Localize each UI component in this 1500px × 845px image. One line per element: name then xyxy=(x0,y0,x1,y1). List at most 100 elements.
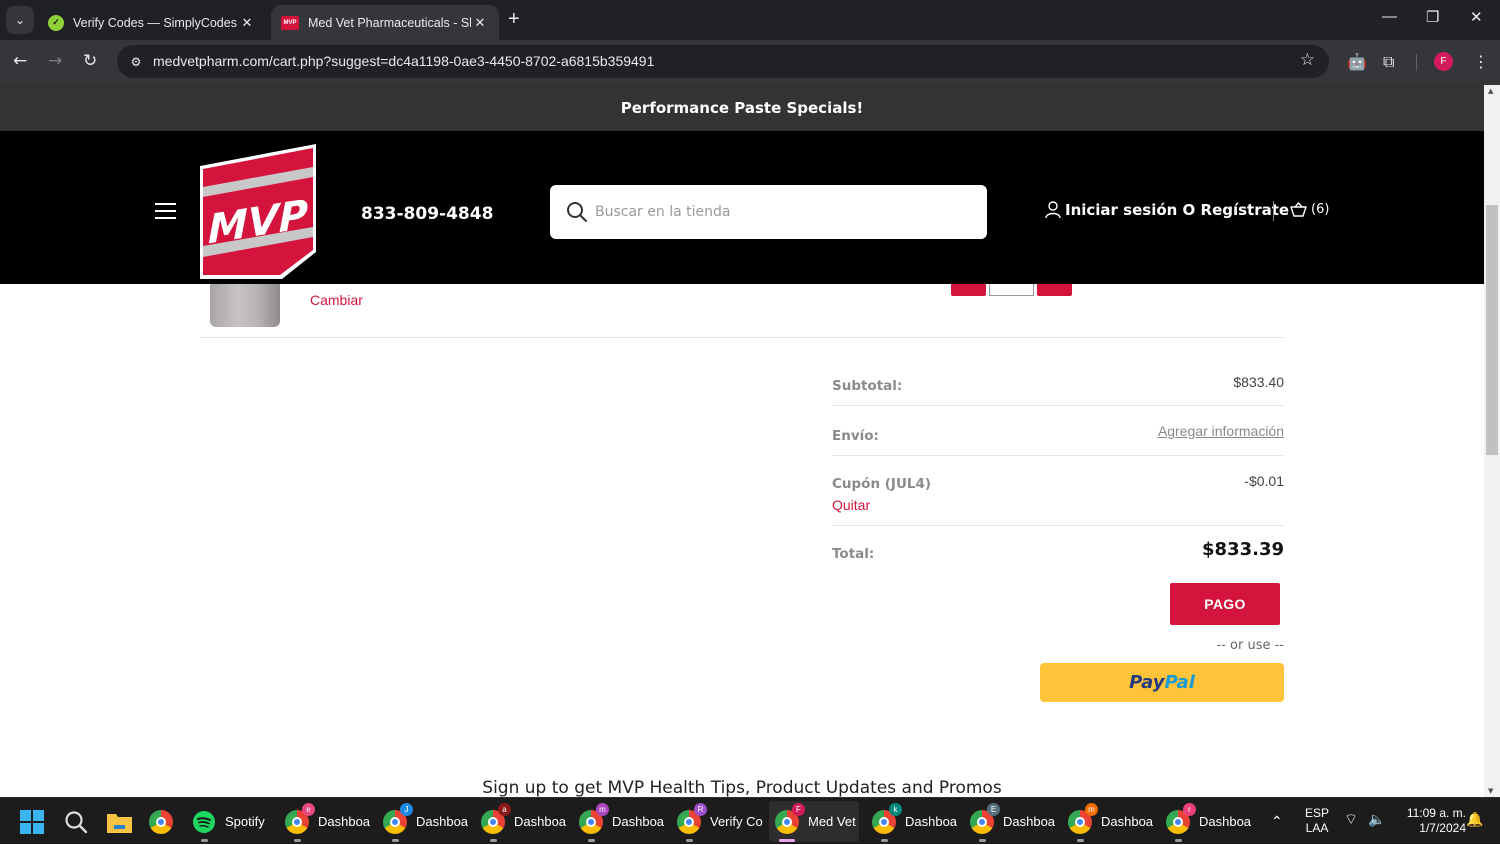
checkout-button[interactable]: PAGO xyxy=(1170,583,1280,625)
start-button[interactable] xyxy=(20,798,44,845)
language-indicator[interactable]: ESP LAA xyxy=(1302,806,1332,836)
chrome-icon: J xyxy=(383,802,413,834)
mvp-logo[interactable]: MVP xyxy=(198,144,318,279)
taskbar-chrome-window[interactable]: F Med Vet xyxy=(769,801,859,842)
menu-kebab-icon[interactable]: ⋮ xyxy=(1473,52,1489,71)
scroll-down-icon[interactable]: ▼ xyxy=(1488,787,1493,795)
tab-title: Med Vet Pharmaceuticals - Shop xyxy=(308,15,471,30)
profile-badge: e xyxy=(302,802,315,816)
chrome-icon xyxy=(149,809,173,834)
address-bar[interactable]: ⚙ medvetpharm.com/cart.php?suggest=dc4a1… xyxy=(117,45,1329,78)
tab-verify-codes[interactable]: ✓ Verify Codes — SimplyCodes ✕ xyxy=(38,5,266,40)
bookmark-star-icon[interactable]: ☆ xyxy=(1300,50,1315,70)
taskbar-label: Dashboa xyxy=(416,814,469,829)
search-icon[interactable] xyxy=(566,201,588,223)
scrollbar-thumb[interactable] xyxy=(1486,205,1498,455)
basket-icon xyxy=(1290,202,1307,217)
browser-toolbar: ← → ↻ ⚙ medvetpharm.com/cart.php?suggest… xyxy=(0,40,1500,85)
taskbar-label: Dashboa xyxy=(1101,814,1154,829)
remove-coupon-link[interactable]: Quitar xyxy=(832,497,1284,513)
running-indicator xyxy=(686,839,693,842)
windows-taskbar: Spotify e Dashboa J Dashboa a Dashboa m Dashboa… xyxy=(0,797,1500,844)
coupon-label: Cupón (JUL4) xyxy=(832,476,932,492)
running-indicator xyxy=(392,839,399,842)
add-shipping-info-link[interactable]: Agregar información xyxy=(1158,423,1284,439)
taskbar-label: Verify Co xyxy=(710,814,763,829)
profile-badge: a xyxy=(498,802,511,816)
promo-banner[interactable]: Performance Paste Specials! xyxy=(0,85,1484,131)
taskbar-chrome-window[interactable]: k Dashboa xyxy=(872,798,957,845)
windows-start-icon xyxy=(20,809,44,834)
new-tab-button[interactable]: + xyxy=(508,8,520,31)
back-icon[interactable]: ← xyxy=(13,51,27,71)
tab-search-button[interactable]: ⌄ xyxy=(6,6,34,34)
taskbar-chrome[interactable] xyxy=(149,798,173,845)
reload-icon[interactable]: ↻ xyxy=(83,51,97,71)
search-box[interactable] xyxy=(550,185,987,239)
close-tab-icon[interactable]: ✕ xyxy=(471,15,489,31)
cart-totals: Subtotal: $833.40 Envío: Agregar informa… xyxy=(832,355,1284,576)
chrome-icon: r xyxy=(1166,802,1196,834)
clock-time: 11:09 a. m. xyxy=(1406,806,1466,820)
taskbar-search-button[interactable] xyxy=(64,798,88,845)
profile-badge: r xyxy=(1183,802,1196,816)
taskbar-label: Dashboa xyxy=(318,814,371,829)
taskbar-chrome-window[interactable]: m Dashboa xyxy=(1068,798,1153,845)
assistant-icon[interactable]: 🤖 xyxy=(1347,52,1367,71)
taskbar-chrome-window[interactable]: E Dashboa xyxy=(970,798,1055,845)
url-text[interactable]: medvetpharm.com/cart.php?suggest=dc4a119… xyxy=(153,53,654,69)
page-viewport: Performance Paste Specials! MVP 833-809-… xyxy=(0,85,1484,797)
taskbar-spotify[interactable]: Spotify xyxy=(192,798,265,845)
profile-badge: J xyxy=(400,802,413,816)
taskbar-chrome-window[interactable]: R Verify Co xyxy=(677,798,763,845)
taskbar-chrome-window[interactable]: e Dashboa xyxy=(285,798,370,845)
chevron-down-icon: ⌄ xyxy=(14,13,26,27)
profile-avatar[interactable]: F xyxy=(1434,52,1453,71)
clock-date: 1/7/2024 xyxy=(1419,821,1466,835)
taskbar-file-explorer[interactable] xyxy=(107,798,132,845)
tab-med-vet[interactable]: MVP Med Vet Pharmaceuticals - Shop ✕ xyxy=(271,5,499,40)
cart-link[interactable]: (6) xyxy=(1290,202,1329,217)
taskbar-chrome-window[interactable]: J Dashboa xyxy=(383,798,468,845)
or-use-text: -- or use -- xyxy=(1216,638,1284,653)
chrome-icon: k xyxy=(872,802,902,834)
taskbar-chrome-window[interactable]: m Dashboa xyxy=(579,798,664,845)
restore-icon[interactable]: ❐ xyxy=(1426,8,1439,26)
running-indicator xyxy=(294,839,301,842)
close-tab-icon[interactable]: ✕ xyxy=(238,15,256,31)
search-input[interactable] xyxy=(595,204,975,220)
extensions-icon[interactable]: ⧉ xyxy=(1383,52,1394,72)
site-settings-icon[interactable]: ⚙ xyxy=(125,51,147,73)
taskbar-chrome-window[interactable]: r Dashboa xyxy=(1166,798,1251,845)
change-option-link[interactable]: Cambiar xyxy=(310,292,363,308)
close-window-icon[interactable]: ✕ xyxy=(1470,8,1483,26)
running-indicator xyxy=(881,839,888,842)
running-indicator xyxy=(1175,839,1182,842)
chrome-icon: E xyxy=(970,802,1000,834)
taskbar-label: Dashboa xyxy=(612,814,665,829)
forward-icon[interactable]: → xyxy=(48,51,62,71)
phone-number[interactable]: 833-809-4848 xyxy=(361,204,493,224)
wifi-icon[interactable]: ⌔ xyxy=(1344,812,1358,827)
account-link[interactable]: Iniciar sesión O Regístrate xyxy=(1045,201,1289,219)
taskbar-label: Dashboa xyxy=(1199,814,1252,829)
keyboard-layout: LAA xyxy=(1305,821,1329,835)
notifications-icon[interactable]: 🔔 xyxy=(1466,812,1483,827)
search-icon xyxy=(65,810,88,833)
page-scrollbar[interactable]: ▲ ▼ xyxy=(1484,85,1500,797)
taskbar-chrome-window[interactable]: a Dashboa xyxy=(481,798,566,845)
paypal-button[interactable]: Pay Pal xyxy=(1040,663,1284,702)
show-hidden-icons-button[interactable]: ⌃ xyxy=(1271,798,1283,845)
minimize-icon[interactable]: — xyxy=(1382,8,1397,25)
account-label[interactable]: Iniciar sesión O Regístrate xyxy=(1065,201,1289,219)
running-indicator xyxy=(779,839,795,842)
scroll-up-icon[interactable]: ▲ xyxy=(1488,87,1493,95)
profile-badge: R xyxy=(694,802,707,816)
volume-icon[interactable]: 🔈 xyxy=(1368,812,1385,827)
item-divider xyxy=(200,337,1284,338)
hamburger-menu-icon[interactable] xyxy=(155,203,176,219)
coupon-value: -$0.01 xyxy=(1244,473,1284,489)
clock[interactable]: 11:09 a. m. 1/7/2024 xyxy=(1396,806,1466,836)
profile-badge: m xyxy=(596,802,609,816)
coupon-row: Cupón (JUL4) -$0.01 Quitar xyxy=(832,456,1284,526)
